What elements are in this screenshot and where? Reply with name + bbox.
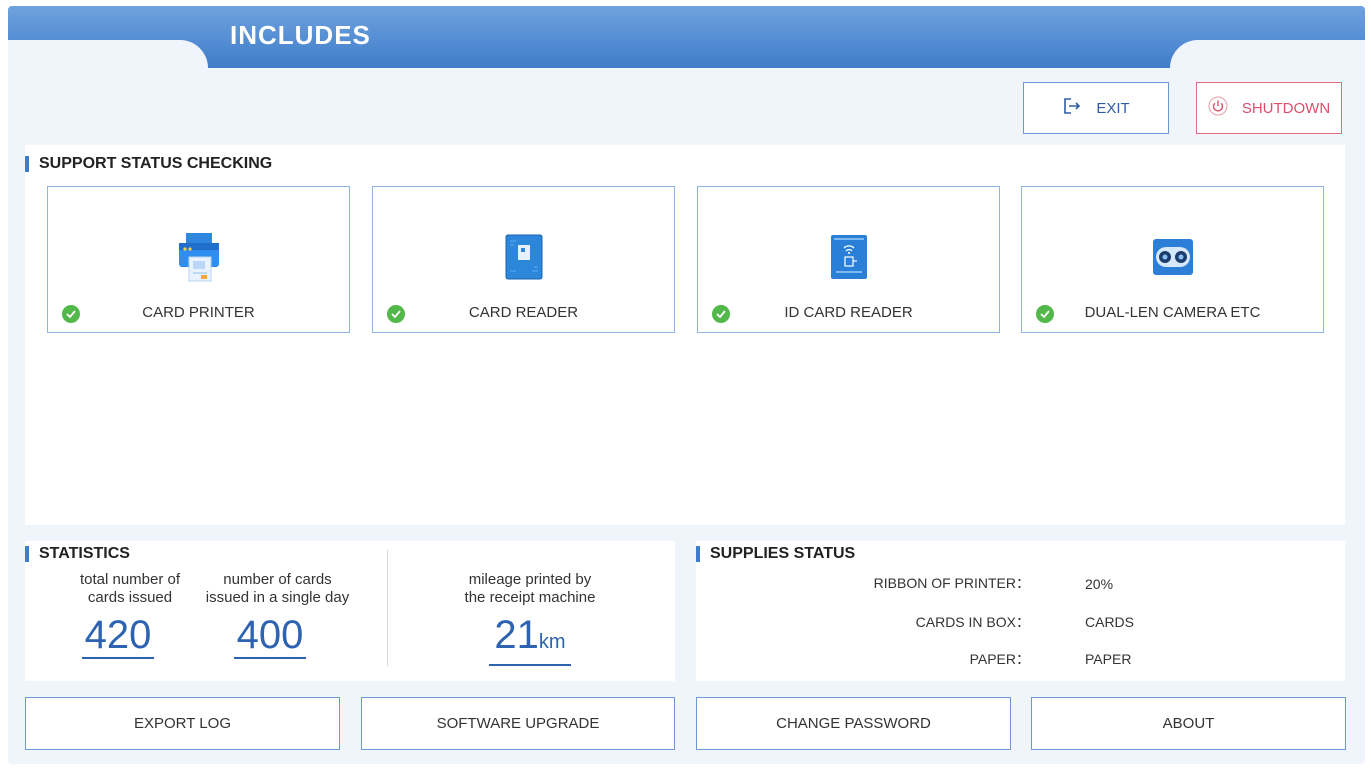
mileage-label-line1: mileage printed by	[468, 571, 592, 588]
daily-cards-label-line1: number of cards	[223, 571, 332, 588]
mileage-number: 21	[494, 613, 539, 657]
about-button[interactable]: ABOUT	[1031, 697, 1346, 750]
export-log-button[interactable]: EXPORT LOG	[25, 697, 340, 750]
daily-cards-value: 400	[234, 615, 306, 659]
supply-key-ribbon: RIBBON OF PRINTER：	[873, 575, 1030, 591]
supply-key-cards: CARDS IN BOX：	[915, 614, 1030, 630]
exit-icon	[1062, 97, 1082, 119]
supply-value-paper: PAPER	[1085, 651, 1132, 667]
mileage-unit: km	[538, 631, 566, 653]
printer-icon	[169, 231, 229, 283]
exit-label: EXIT	[1096, 99, 1130, 117]
power-icon	[1208, 96, 1228, 120]
device-label: CARD READER	[468, 304, 579, 321]
change-password-button[interactable]: CHANGE PASSWORD	[696, 697, 1011, 750]
device-card-printer[interactable]: CARD PRINTER	[47, 186, 350, 333]
mileage-label: mileage printed by the receipt machine	[430, 571, 630, 607]
exit-button[interactable]: EXIT	[1023, 82, 1169, 134]
supply-key-paper: PAPER：	[969, 651, 1030, 667]
camera-icon	[1143, 231, 1203, 283]
stats-divider	[387, 550, 388, 666]
total-cards-value: 420	[82, 615, 154, 659]
page-title: INCLUDES	[230, 20, 371, 50]
daily-cards-label-line2: issued in a single day	[205, 589, 350, 606]
total-cards-label: total number of cards issued	[40, 571, 220, 607]
daily-cards-label: number of cards issued in a single day	[195, 571, 360, 607]
device-label: ID CARD READER	[784, 304, 913, 321]
shutdown-label: SHUTDOWN	[1241, 99, 1331, 117]
software-upgrade-button[interactable]: SOFTWARE UPGRADE	[361, 697, 675, 750]
header-bar	[8, 6, 1365, 68]
shutdown-button[interactable]: SHUTDOWN	[1196, 82, 1342, 134]
supply-value-ribbon: 20%	[1085, 576, 1114, 592]
total-cards-label-line1: total number of	[79, 571, 181, 588]
support-section-title: SUPPORT STATUS CHECKING	[25, 156, 272, 172]
id-card-reader-icon	[819, 231, 879, 283]
total-cards-label-line2: cards issued	[87, 589, 173, 606]
device-label: CARD PRINTER	[142, 304, 255, 321]
header-notch-left	[8, 40, 208, 70]
header-notch-right	[1170, 40, 1365, 70]
mileage-value: 21km	[489, 615, 571, 666]
device-card-card-reader[interactable]: CARD READER	[372, 186, 675, 333]
statistics-panel	[25, 541, 675, 681]
supply-value-cards: CARDS	[1085, 614, 1135, 630]
device-card-id-card-reader[interactable]: ID CARD READER	[697, 186, 1000, 333]
card-reader-icon	[494, 231, 554, 283]
device-card-camera[interactable]: DUAL-LEN CAMERA ETC	[1021, 186, 1324, 333]
device-label: DUAL-LEN CAMERA ETC	[1084, 304, 1261, 321]
mileage-label-line2: the receipt machine	[464, 589, 596, 606]
statistics-section-title: STATISTICS	[25, 546, 130, 562]
supplies-section-title: SUPPLIES STATUS	[696, 546, 855, 562]
